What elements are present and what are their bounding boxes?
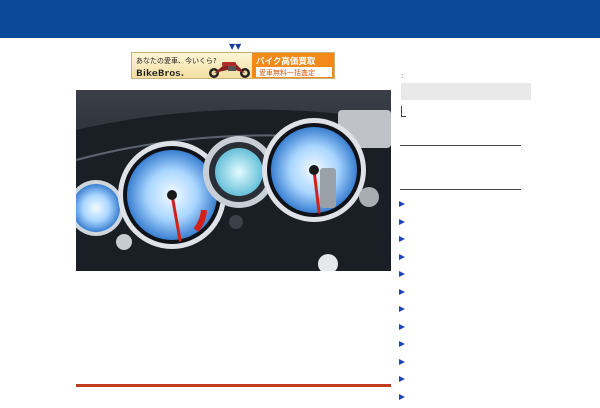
banner-cta-main: バイク高価買取 (256, 56, 316, 67)
sidebar-checkbox[interactable] (401, 106, 406, 117)
sidebar-divider (400, 145, 521, 146)
bullet-arrow-icon (399, 393, 405, 400)
sidebar-mark: : (401, 72, 404, 80)
sidebar-search-box[interactable] (401, 83, 531, 100)
motorcycle-gauge-photo (76, 90, 391, 271)
sidebar-divider (400, 189, 521, 190)
bullet-arrow-icon (399, 201, 405, 207)
bullet-arrow-icon (399, 306, 405, 312)
bullet-arrow-icon (399, 253, 405, 260)
banner-question: あなたの愛車、今いくら? (136, 56, 217, 65)
section-divider (76, 384, 391, 387)
bullet-arrow-icon (399, 218, 405, 225)
bullet-arrow-icon (399, 323, 405, 330)
bullet-arrow-icon (399, 288, 405, 295)
bullet-arrow-icon (399, 341, 405, 347)
bullet-arrow-icon (399, 236, 405, 242)
banner-cta-sub: 愛車無料一括査定 (259, 68, 315, 77)
bullet-arrow-icon (399, 358, 405, 365)
bullet-arrow-icon (399, 271, 405, 277)
ad-marker-arrows: ▼▼ (229, 42, 242, 51)
bikebros-ad-banner[interactable]: あなたの愛車、今いくら? BikeBros. バイク高価買取 愛車無料一括査定 (131, 52, 335, 79)
bullet-arrow-icon (399, 376, 405, 382)
banner-brand-logo: BikeBros. (136, 69, 184, 79)
site-header (0, 0, 600, 38)
